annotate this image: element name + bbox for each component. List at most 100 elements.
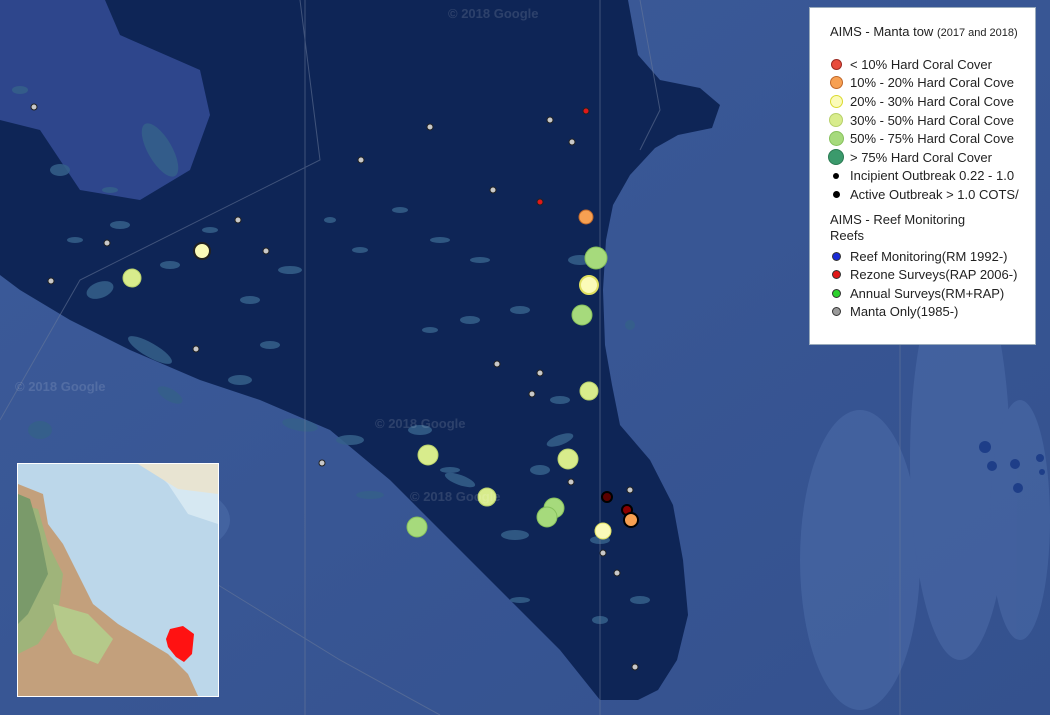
reef-shape bbox=[202, 227, 218, 233]
legend-item-label: Active Outbreak > 1.0 COTS/ bbox=[850, 186, 1019, 202]
manta-only-site-marker[interactable] bbox=[47, 277, 55, 285]
legend-title-main: AIMS - Manta tow bbox=[830, 24, 934, 39]
legend-item-label: Reef Monitoring(RM 1992-) bbox=[850, 248, 1008, 264]
map-watermark: © 2018 Google bbox=[410, 489, 501, 504]
reef-shape bbox=[630, 596, 650, 604]
manta-only-site-marker[interactable] bbox=[493, 360, 501, 368]
legend-item-active: Active Outbreak > 1.0 COTS/ bbox=[830, 185, 1035, 204]
manta-only-site-marker[interactable] bbox=[357, 156, 365, 164]
coral-50-75-swatch-icon bbox=[828, 131, 844, 147]
manta-tow-site-marker[interactable] bbox=[623, 512, 639, 528]
manta-only-site-marker[interactable] bbox=[568, 138, 576, 146]
manta-only-site-marker[interactable] bbox=[528, 390, 536, 398]
legend-item-20-30: 20% - 30% Hard Coral Cove bbox=[829, 92, 1035, 111]
manta-only-site-marker[interactable] bbox=[546, 116, 554, 124]
manta-only-site-marker[interactable] bbox=[30, 103, 38, 111]
manta-tow-site-marker[interactable] bbox=[584, 246, 608, 270]
reef-shape bbox=[625, 320, 635, 330]
legend-title: AIMS - Manta tow (2017 and 2018) bbox=[830, 24, 1035, 39]
manta-tow-site-marker[interactable] bbox=[417, 444, 439, 466]
legend-item-30-50: 30% - 50% Hard Coral Cove bbox=[829, 111, 1035, 130]
legend-item-50-75: 50% - 75% Hard Coral Cove bbox=[828, 129, 1035, 148]
legend-item-10-20: 10% - 20% Hard Coral Cove bbox=[829, 74, 1035, 93]
legend-item-label: < 10% Hard Coral Cover bbox=[850, 56, 992, 72]
coral-lt10-swatch-icon bbox=[830, 58, 842, 70]
legend-item-annual: Annual Surveys(RM+RAP) bbox=[830, 284, 1035, 303]
coral-20-30-swatch-icon bbox=[829, 94, 843, 108]
manta-only-site-marker[interactable] bbox=[613, 569, 621, 577]
reef-shape bbox=[278, 266, 302, 274]
manta-only-site-marker[interactable] bbox=[103, 239, 111, 247]
manta-tow-site-marker[interactable] bbox=[406, 516, 428, 538]
reef-shape bbox=[160, 261, 180, 269]
legend-item-label: Annual Surveys(RM+RAP) bbox=[850, 285, 1005, 301]
rezone-survey-dot-icon bbox=[831, 270, 841, 280]
manta-only-site-marker[interactable] bbox=[567, 478, 575, 486]
map-legend: AIMS - Manta tow (2017 and 2018) < 10% H… bbox=[809, 7, 1036, 345]
manta-tow-site-marker[interactable] bbox=[536, 198, 544, 206]
manta-tow-site-marker[interactable] bbox=[122, 268, 142, 288]
manta-only-site-marker[interactable] bbox=[631, 663, 639, 671]
legend-item-gt75: > 75% Hard Coral Cover bbox=[828, 148, 1035, 167]
manta-tow-site-marker[interactable] bbox=[536, 506, 558, 528]
legend-item-label: > 75% Hard Coral Cover bbox=[850, 149, 992, 165]
manta-tow-site-marker[interactable] bbox=[578, 209, 594, 225]
overview-inset-map bbox=[17, 463, 219, 697]
reef-shape bbox=[240, 296, 260, 304]
manta-only-site-marker[interactable] bbox=[489, 186, 497, 194]
manta-only-site-marker[interactable] bbox=[234, 216, 242, 224]
legend-item-incipient: Incipient Outbreak 0.22 - 1.0 bbox=[830, 167, 1035, 186]
reef-shape bbox=[12, 86, 28, 94]
reef-shape bbox=[67, 237, 83, 243]
legend-item-lt10: < 10% Hard Coral Cover bbox=[830, 55, 1035, 74]
manta-only-site-marker[interactable] bbox=[536, 369, 544, 377]
manta-tow-site-marker[interactable] bbox=[193, 242, 211, 260]
legend-item-label: 10% - 20% Hard Coral Cove bbox=[850, 75, 1015, 91]
reef-shape bbox=[260, 341, 280, 349]
manta-tow-site-marker[interactable] bbox=[582, 107, 590, 115]
reef-shape bbox=[392, 207, 408, 213]
reef-shape bbox=[550, 396, 570, 404]
reef-shape bbox=[352, 247, 368, 253]
reef-shape bbox=[28, 421, 52, 439]
manta-tow-site-marker[interactable] bbox=[557, 448, 579, 470]
reef-shape bbox=[501, 530, 529, 540]
legend-item-rap: Rezone Surveys(RAP 2006-) bbox=[830, 265, 1035, 284]
legend-title-sub: (2017 and 2018) bbox=[936, 27, 1018, 39]
legend-item-label: Manta Only(1985-) bbox=[850, 304, 959, 320]
legend-item-manta-only: Manta Only(1985-) bbox=[830, 303, 1035, 322]
manta-tow-site-marker[interactable] bbox=[579, 275, 599, 295]
manta-only-site-marker[interactable] bbox=[426, 123, 434, 131]
reef-shape bbox=[440, 467, 460, 473]
map-watermark: © 2018 Google bbox=[448, 6, 539, 21]
manta-only-site-marker[interactable] bbox=[192, 345, 200, 353]
inset-map-canvas bbox=[18, 464, 218, 696]
legend-item-label: 30% - 50% Hard Coral Cove bbox=[850, 112, 1015, 128]
legend-item-label: 20% - 30% Hard Coral Cove bbox=[850, 93, 1015, 109]
reef-shape bbox=[470, 257, 490, 263]
map-viewer[interactable]: © 2018 Google © 2018 Google © 2018 Googl… bbox=[0, 0, 1050, 715]
manta-only-dot-icon bbox=[831, 307, 841, 317]
reef-shape bbox=[110, 221, 130, 229]
manta-tow-site-marker[interactable] bbox=[579, 381, 599, 401]
map-watermark: © 2018 Google bbox=[15, 379, 106, 394]
manta-only-site-marker[interactable] bbox=[599, 549, 607, 557]
reef-shape bbox=[510, 597, 530, 603]
reef-shape bbox=[530, 465, 550, 475]
manta-tow-site-marker[interactable] bbox=[594, 522, 612, 540]
active-outbreak-dot-icon bbox=[832, 190, 840, 198]
reef-shape bbox=[430, 237, 450, 243]
manta-only-site-marker[interactable] bbox=[318, 459, 326, 467]
manta-tow-site-marker[interactable] bbox=[571, 304, 593, 326]
reef-shape bbox=[460, 316, 480, 324]
manta-only-site-marker[interactable] bbox=[262, 247, 270, 255]
manta-tow-site-marker[interactable] bbox=[601, 491, 613, 503]
map-watermark: © 2018 Google bbox=[375, 416, 466, 431]
legend-item-label: Incipient Outbreak 0.22 - 1.0 bbox=[850, 168, 1015, 184]
manta-only-site-marker[interactable] bbox=[626, 486, 634, 494]
reef-shape bbox=[228, 375, 252, 385]
reef-shape bbox=[336, 435, 364, 445]
reef-shape bbox=[324, 217, 336, 223]
legend-item-label: 50% - 75% Hard Coral Cove bbox=[850, 131, 1015, 147]
reef-shape bbox=[356, 491, 384, 499]
